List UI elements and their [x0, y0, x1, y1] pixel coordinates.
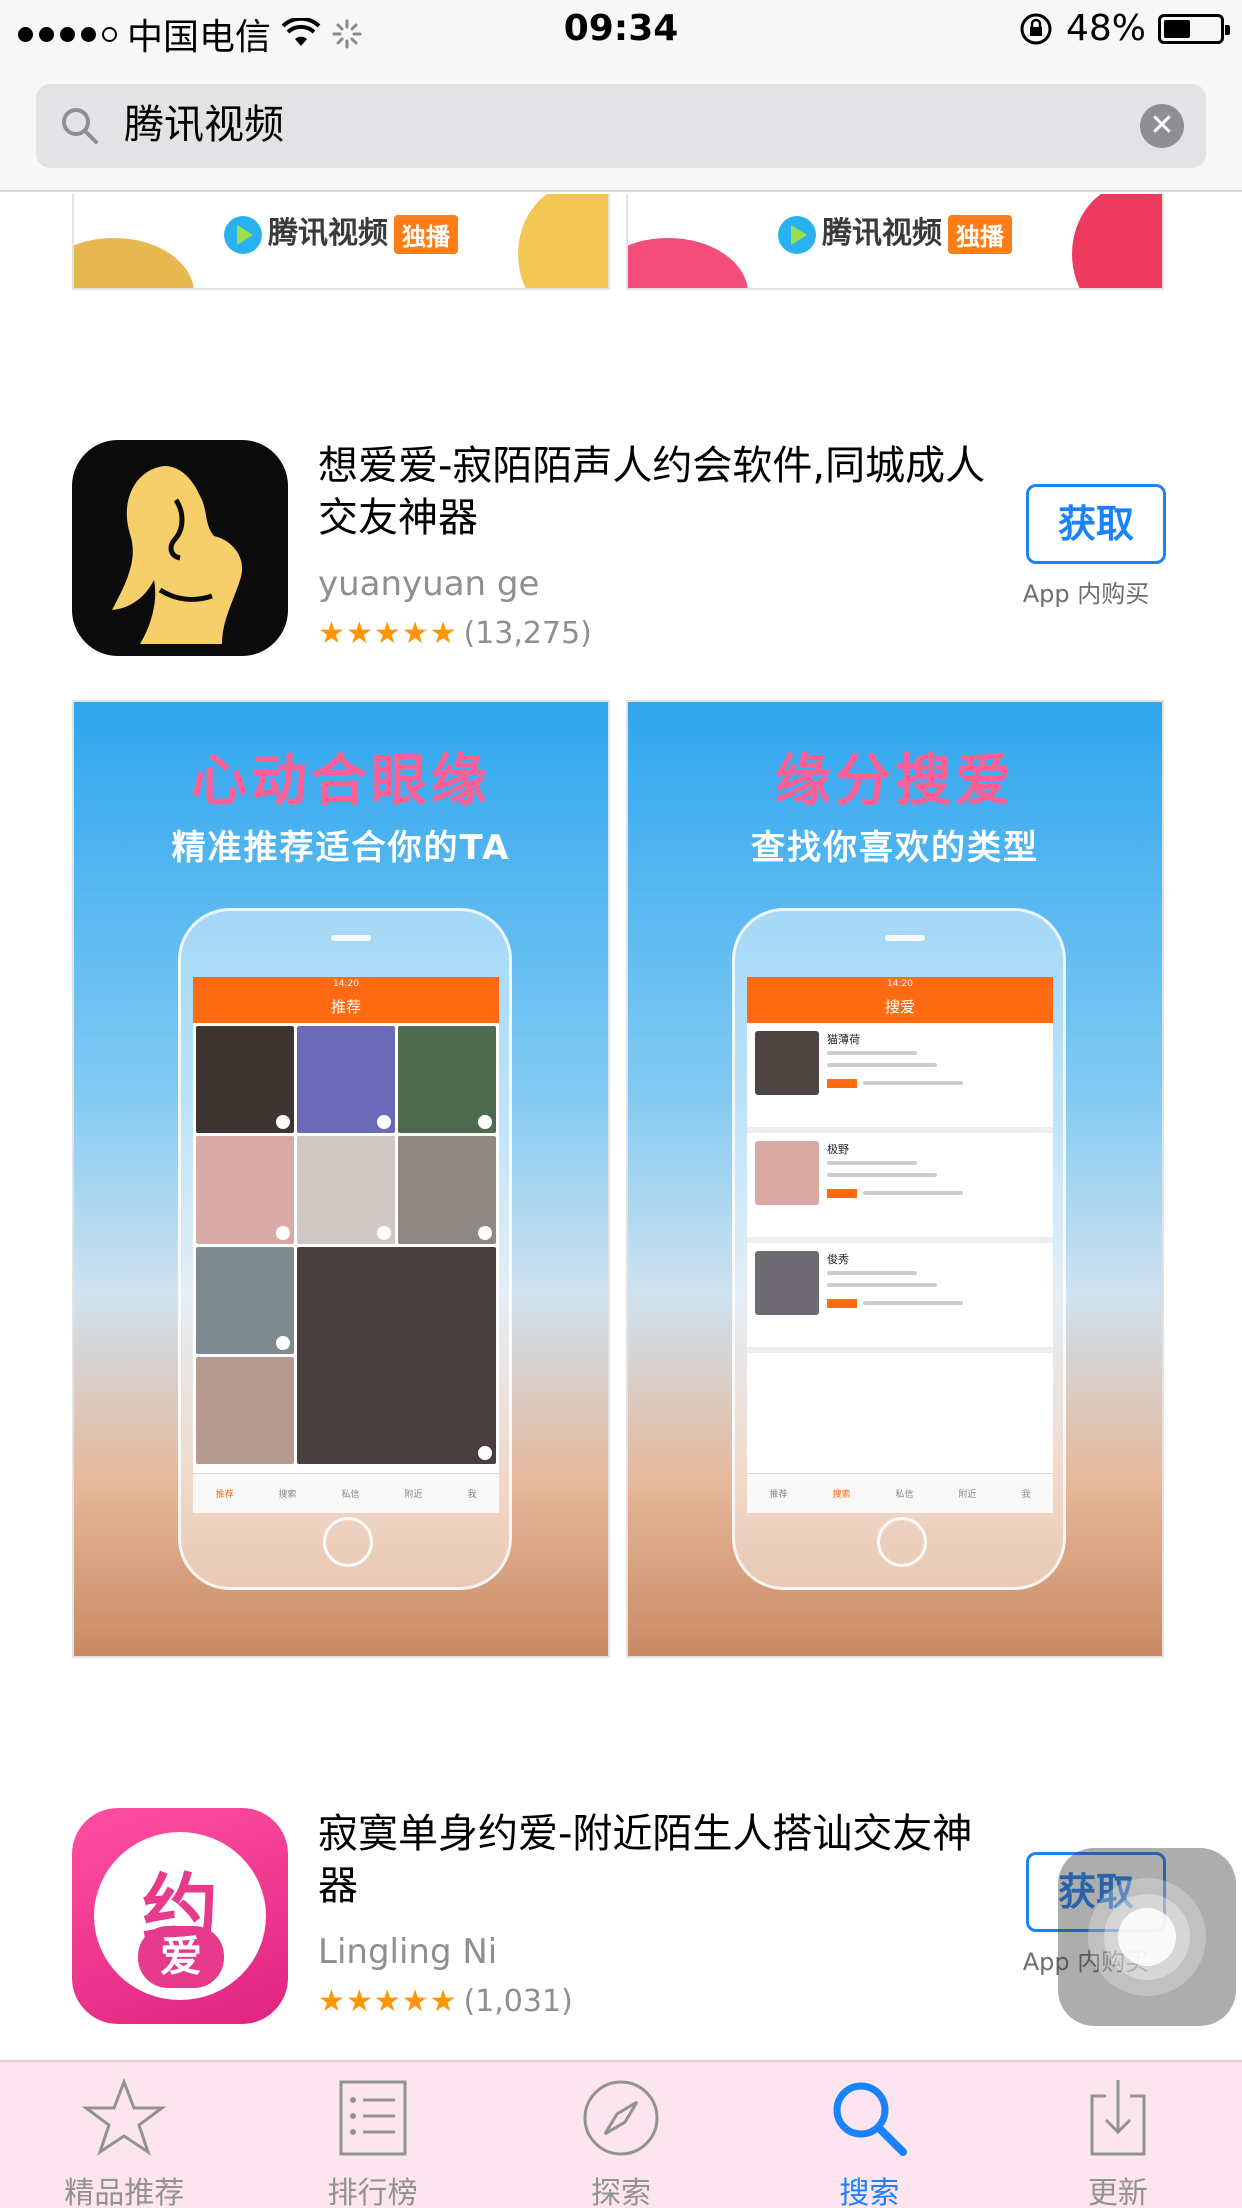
- search-header: 腾讯视频 ✕: [0, 62, 1242, 192]
- list-item: 极野: [747, 1133, 1053, 1243]
- play-icon: [224, 215, 262, 254]
- assistive-touch-button[interactable]: [1058, 1848, 1236, 2026]
- battery-percent: 48%: [1065, 8, 1146, 49]
- woman-silhouette-icon: [112, 466, 243, 644]
- previous-result-screenshot[interactable]: 腾讯视频 独播: [72, 194, 610, 290]
- app-icon[interactable]: 约 爱: [72, 1808, 288, 2024]
- app-icon[interactable]: [72, 440, 288, 656]
- search-icon: [833, 2082, 908, 2156]
- status-bar: 中国电信 09:34 48%: [0, 0, 1242, 62]
- tab-label: 探索: [591, 2176, 652, 2208]
- tab-search[interactable]: 搜索: [745, 2062, 993, 2208]
- rating-stars-icon: ★★★★★: [318, 1984, 458, 2019]
- screenshot-title: 缘分搜爱: [775, 749, 1015, 814]
- search-input[interactable]: 腾讯视频 ✕: [36, 84, 1206, 168]
- download-icon: [1090, 2080, 1146, 2156]
- app-result-row[interactable]: 想爱爱-寂陌陌声人约会软件,同城成人交友神器 yuanyuan ge ★★★★★…: [0, 440, 1242, 660]
- tab-label: 搜索: [839, 2176, 900, 2208]
- tab-featured[interactable]: 精品推荐: [0, 2062, 248, 2208]
- status-right: 48%: [1018, 8, 1230, 49]
- app-title[interactable]: 想爱爱-寂陌陌声人约会软件,同城成人交友神器: [318, 440, 998, 544]
- screenshot-title: 心动合眼缘: [191, 749, 491, 814]
- tencent-video-logo: 腾讯视频 独播: [74, 208, 608, 254]
- list-item: 俊秀: [747, 1243, 1053, 1353]
- get-button[interactable]: 获取: [1026, 484, 1166, 564]
- list-icon: [339, 2080, 407, 2156]
- app-store-search-page: 中国电信 09:34 48% 腾讯视频 ✕ 腾讯视频 独播 腾讯视频 独播 想爱…: [0, 0, 1242, 2208]
- app-screenshot[interactable]: 缘分搜爱 查找你喜欢的类型 14:20 搜爱 猫薄荷 极野 俊秀 推荐 搜索 私…: [626, 700, 1164, 1658]
- screen-title: 搜爱: [747, 991, 1053, 1023]
- screen-title: 推荐: [193, 991, 499, 1023]
- screen-status: 14:20: [193, 977, 499, 991]
- app-developer: Lingling Ni: [318, 1932, 498, 1972]
- orientation-lock-icon: [1020, 13, 1052, 44]
- previous-result-screenshot[interactable]: 腾讯视频 独播: [626, 194, 1164, 290]
- app-developer: yuanyuan ge: [318, 564, 540, 604]
- star-icon: [82, 2077, 167, 2156]
- app-result-row[interactable]: 约 爱 寂寞单身约爱-附近陌生人搭讪交友神器 Lingling Ni ★★★★★…: [0, 1808, 1242, 2028]
- tab-bar: 精品推荐 排行榜 探索 搜索 更新: [0, 2060, 1242, 2208]
- photo-grid: [193, 1023, 499, 1467]
- tab-explore[interactable]: 探索: [497, 2062, 745, 2208]
- icon-text: 爱: [138, 1926, 224, 1988]
- screen-tabbar: 推荐 搜索 私信 附近 我: [193, 1473, 499, 1513]
- tab-label: 更新: [1087, 2176, 1148, 2208]
- phone-screen: 14:20 搜爱 猫薄荷 极野 俊秀 推荐 搜索 私信 附近 我: [747, 977, 1053, 1513]
- battery-icon: [1158, 13, 1230, 44]
- app-title[interactable]: 寂寞单身约爱-附近陌生人搭讪交友神器: [318, 1808, 998, 1912]
- search-query: 腾讯视频: [124, 102, 284, 148]
- screenshot-subtitle: 精准推荐适合你的TA: [171, 828, 511, 868]
- search-icon: [62, 108, 98, 144]
- screen-tabbar: 推荐 搜索 私信 附近 我: [747, 1473, 1053, 1513]
- screenshot-subtitle: 查找你喜欢的类型: [751, 828, 1039, 868]
- clear-search-icon[interactable]: ✕: [1140, 104, 1184, 148]
- list-item: 猫薄荷: [747, 1023, 1053, 1133]
- phone-screen: 14:20 推荐 推荐 搜索 私信 附近 我: [193, 977, 499, 1513]
- rating-stars-icon: ★★★★★: [318, 616, 458, 651]
- screen-status: 14:20: [747, 977, 1053, 991]
- app-screenshot[interactable]: 心动合眼缘 精准推荐适合你的TA 14:20 推荐 推荐 搜索 私信 附近 我: [72, 700, 610, 1658]
- play-icon: [778, 215, 816, 254]
- rating-count: (1,031): [463, 1984, 573, 2019]
- compass-icon: [583, 2080, 659, 2156]
- tencent-video-logo: 腾讯视频 独播: [628, 208, 1162, 254]
- tab-label: 排行榜: [327, 2176, 418, 2208]
- app-rating: ★★★★★ (1,031): [318, 1984, 573, 2019]
- rating-count: (13,275): [463, 616, 592, 651]
- app-rating: ★★★★★ (13,275): [318, 616, 592, 651]
- tab-label: 精品推荐: [64, 2176, 185, 2208]
- in-app-purchase-label: App 内购买: [1022, 580, 1150, 608]
- phone-mockup: 14:20 搜爱 猫薄荷 极野 俊秀 推荐 搜索 私信 附近 我: [732, 908, 1066, 1590]
- tab-updates[interactable]: 更新: [994, 2062, 1242, 2208]
- phone-mockup: 14:20 推荐 推荐 搜索 私信 附近 我: [178, 908, 512, 1590]
- tab-top-charts[interactable]: 排行榜: [248, 2062, 496, 2208]
